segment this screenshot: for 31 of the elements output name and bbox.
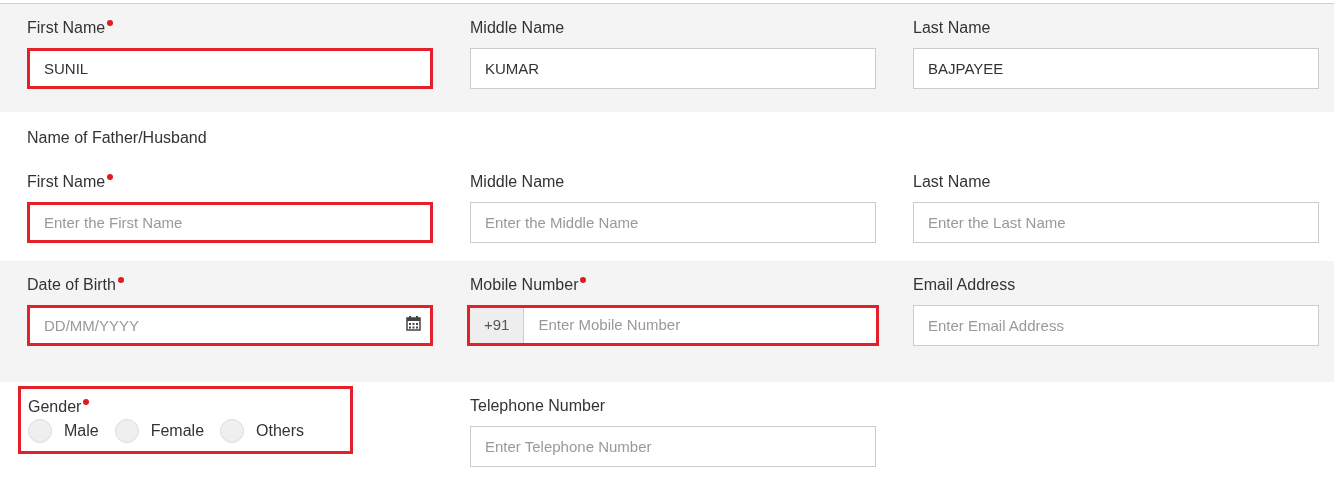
section-heading: Name of Father/Husband	[27, 128, 208, 148]
radio-button[interactable]	[220, 419, 245, 443]
radio-label[interactable]: Male	[64, 419, 99, 443]
field-label: First Name	[27, 18, 106, 38]
input-field[interactable]: Enter the Middle Name	[470, 202, 876, 243]
field-label: Middle Name	[470, 18, 565, 38]
field-label: Last Name	[913, 172, 991, 192]
radio-button[interactable]	[114, 419, 139, 443]
radio-button[interactable]	[28, 419, 52, 443]
input-field[interactable]: Enter Email Address	[913, 305, 1319, 346]
country-code: +91	[470, 308, 525, 343]
date-field[interactable]: DD/MM/YYYY	[27, 305, 433, 346]
field-label: Last Name	[913, 18, 991, 38]
field-label: Telephone Number	[470, 396, 606, 416]
phone-field[interactable]: +91 Enter Mobile Number	[467, 305, 879, 346]
input-field[interactable]: BAJPAYEE	[913, 48, 1319, 89]
field-label: First Name	[27, 172, 106, 192]
field-label: Gender	[28, 397, 82, 417]
radio-label[interactable]: Female	[150, 419, 205, 443]
field-label: Email Address	[913, 275, 1016, 295]
input-field[interactable]: Enter Mobile Number	[524, 308, 876, 343]
input-field[interactable]: KUMAR	[470, 48, 876, 89]
field-label: Middle Name	[470, 172, 565, 192]
input-field[interactable]: Enter the First Name	[27, 202, 433, 243]
input-field[interactable]: Enter Telephone Number	[470, 426, 876, 467]
radio-label[interactable]: Others	[256, 419, 305, 443]
calendar-icon[interactable]	[406, 316, 421, 331]
input-field[interactable]: SUNIL	[27, 48, 433, 89]
input-field[interactable]: Enter the Last Name	[913, 202, 1319, 243]
field-label: Date of Birth	[27, 275, 116, 295]
field-label: Mobile Number	[470, 275, 579, 295]
